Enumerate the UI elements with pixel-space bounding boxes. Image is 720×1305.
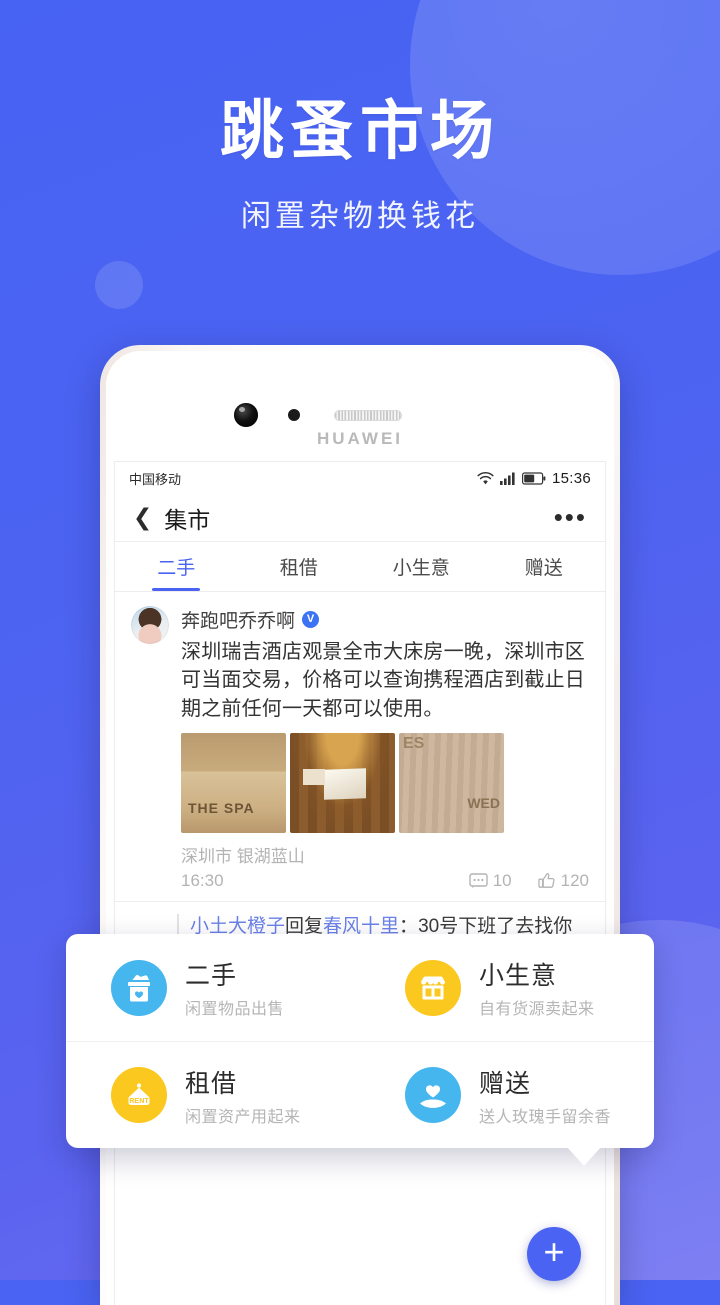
popup-item-business[interactable]: 小生意 自有货源卖起来 [360,934,654,1041]
add-post-fab-button[interactable]: + [527,1227,581,1281]
phone-top-bezel: HUAWEI [106,351,614,461]
post-text: 深圳瑞吉酒店观景全市大床房一晚，深圳市区可当面交易，价格可以查询携程酒店到截止日… [181,641,585,720]
tab-business[interactable]: 小生意 [360,542,483,591]
phone-brand-label: HUAWEI [317,429,403,448]
popup-row: RENT 租借 闲置资产用起来 赠送 送人玫瑰手留余香 [66,1041,654,1148]
post-actions: 10 120 [469,871,589,891]
tab-label: 小生意 [392,558,450,579]
popup-item-rent[interactable]: RENT 租借 闲置资产用起来 [66,1042,360,1148]
popup-item-secondhand[interactable]: 二手 闲置物品出售 [66,934,360,1041]
thumbs-up-icon [537,873,555,889]
navbar-title: 集市 [164,506,211,533]
post-location: 深圳市 银湖蓝山 [181,847,305,867]
popup-item-title: 赠送 [479,1069,532,1098]
post-type-popup[interactable]: 二手 闲置物品出售 小生意 自有货源卖起来 RENT 租借 闲置资产用起来 赠送… [66,934,654,1166]
front-camera-icon [234,403,258,427]
battery-icon [521,471,546,485]
popup-item-subtitle: 闲置物品出售 [185,1001,285,1018]
post-photo[interactable] [399,733,504,834]
shop-icon [405,959,461,1016]
popup-row: 二手 闲置物品出售 小生意 自有货源卖起来 [66,934,654,1041]
app-navbar: ❮ 集市 ••• [115,494,605,542]
popup-item-subtitle: 闲置资产用起来 [185,1108,301,1126]
decorative-circle-small [95,261,143,309]
status-bar: 中国移动 15:36 [115,462,605,494]
popup-item-title: 小生意 [479,962,558,990]
comment-icon [469,873,488,889]
verified-badge-icon: V [302,611,320,628]
post-meta: 16:30 10 120 [181,871,589,901]
clock-label: 15:36 [551,469,591,487]
page-subtitle: 闲置杂物换钱花 [241,200,479,234]
comment-count: 10 [492,871,512,891]
svg-text:RENT: RENT [129,1096,149,1105]
tab-label: 二手 [157,558,196,579]
proximity-sensor-icon [288,409,300,421]
phone-inner: HUAWEI 中国移动 15:36 ❮ 集市 ••• 二手 租借 小生意 赠送 … [106,351,614,1305]
hand-heart-icon [405,1067,461,1123]
popup-item-text: 赠送 送人玫瑰手留余香 [479,1064,611,1127]
post-photo[interactable] [290,733,395,834]
popup-item-giveaway[interactable]: 赠送 送人玫瑰手留余香 [360,1042,654,1148]
tab-label: 租借 [279,558,318,579]
popup-item-title: 二手 [185,962,238,990]
popup-item-text: 小生意 自有货源卖起来 [479,956,595,1019]
page-title: 跳蚤市场 [220,95,500,167]
tab-secondhand[interactable]: 二手 [115,542,238,591]
tab-rent[interactable]: 租借 [238,542,361,591]
signal-bars-icon [499,472,515,485]
tab-label: 赠送 [524,558,563,579]
comment-action[interactable]: 10 [469,871,512,891]
post-body: 奔跑吧乔乔啊 V 深圳瑞吉酒店观景全市大床房一晚，深圳市区可当面交易，价格可以查… [181,606,589,901]
popup-item-text: 租借 闲置资产用起来 [185,1064,301,1127]
earpiece-speaker-icon [334,410,402,421]
hero-section: 跳蚤市场 闲置杂物换钱花 [0,0,720,235]
like-count: 120 [560,871,589,891]
popup-item-text: 二手 闲置物品出售 [185,956,284,1019]
app-screen: 中国移动 15:36 ❮ 集市 ••• 二手 租借 小生意 赠送 奔跑吧乔乔啊 … [114,461,606,1305]
post-time: 16:30 [181,871,224,891]
plus-icon: + [543,1231,565,1272]
feed-divider [115,901,605,903]
wifi-icon [477,471,494,484]
popup-caret [566,1146,602,1166]
post-photo-grid [181,733,589,834]
popup-item-subtitle: 自有货源卖起来 [479,1001,595,1018]
status-bar-right: 15:36 [477,470,591,487]
post-photo[interactable] [181,733,286,834]
box-heart-icon [111,959,167,1016]
rent-tag-icon: RENT [111,1067,167,1123]
tab-bar: 二手 租借 小生意 赠送 [115,542,605,592]
post-username[interactable]: 奔跑吧乔乔啊 [181,606,295,633]
popup-item-title: 租借 [185,1069,238,1098]
feed-post[interactable]: 奔跑吧乔乔啊 V 深圳瑞吉酒店观景全市大床房一晚，深圳市区可当面交易，价格可以查… [115,592,605,901]
post-header: 奔跑吧乔乔啊 V 深圳瑞吉酒店观景全市大床房一晚，深圳市区可当面交易，价格可以查… [131,606,589,901]
chevron-left-icon[interactable]: ❮ [133,506,152,529]
tab-giveaway[interactable]: 赠送 [483,542,606,591]
phone-mockup: HUAWEI 中国移动 15:36 ❮ 集市 ••• 二手 租借 小生意 赠送 … [100,345,620,1305]
more-horizontal-icon[interactable]: ••• [554,504,587,530]
like-action[interactable]: 120 [537,871,589,891]
navbar-left: ❮ 集市 [133,501,210,535]
avatar[interactable] [131,606,169,644]
popup-item-subtitle: 送人玫瑰手留余香 [479,1108,612,1126]
post-username-row: 奔跑吧乔乔啊 V [181,606,589,633]
carrier-label: 中国移动 [129,471,182,487]
